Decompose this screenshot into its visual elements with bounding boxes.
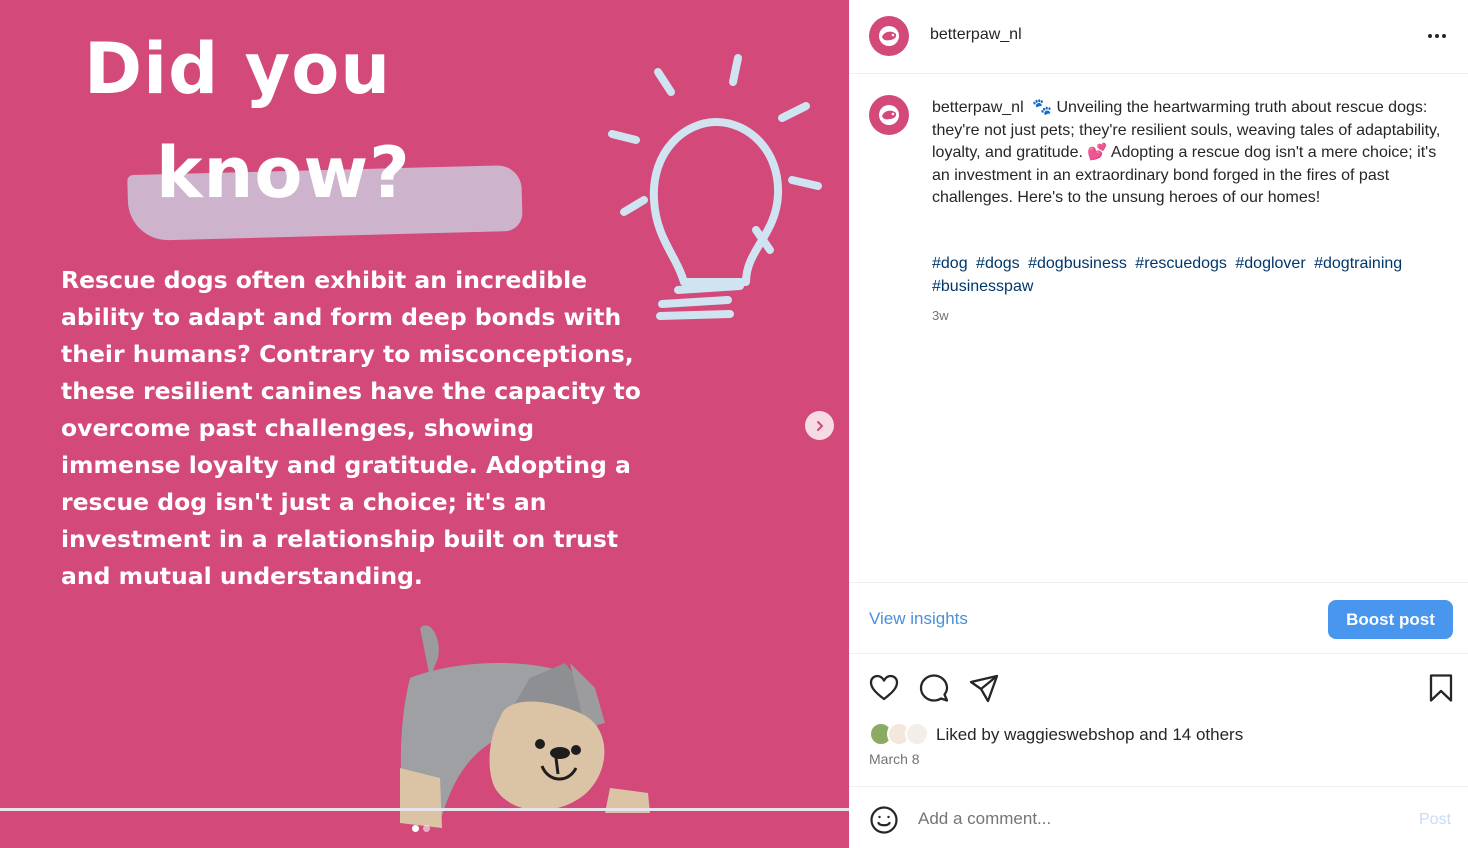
emoji-icon[interactable] <box>869 805 899 835</box>
bookmark-icon[interactable] <box>1425 672 1457 704</box>
caption-text: betterpaw_nl 🐾 Unveiling the heartwarmin… <box>932 97 1444 210</box>
carousel-indicator <box>412 825 430 832</box>
boost-post-button[interactable]: Boost post <box>1328 600 1453 639</box>
chevron-right-icon <box>816 420 823 431</box>
more-options-button[interactable] <box>1422 25 1452 47</box>
dog-logo-icon <box>879 105 899 125</box>
liker-username[interactable]: waggieswebshop <box>1004 725 1134 744</box>
likes-prefix: Liked by <box>936 725 1000 744</box>
post-comment-button[interactable]: Post <box>1419 811 1451 829</box>
comment-icon[interactable] <box>918 672 950 704</box>
share-icon[interactable] <box>968 672 1000 704</box>
ground-line <box>0 808 849 811</box>
liker-avatar[interactable] <box>905 722 929 746</box>
image-body-text: Rescue dogs often exhibit an incredible … <box>61 266 641 590</box>
action-bar <box>849 668 1468 708</box>
hashtag-link[interactable]: #businesspaw <box>932 278 1033 295</box>
comment-input[interactable] <box>918 809 1378 829</box>
carousel-dot <box>423 825 430 832</box>
likes-text: Liked by waggieswebshop and 14 others <box>936 725 1243 745</box>
caption-section: betterpaw_nl 🐾 Unveiling the heartwarmin… <box>849 74 1468 582</box>
heart-icon[interactable] <box>868 672 900 704</box>
carousel-dot-active <box>412 825 419 832</box>
hashtag-link[interactable]: #rescuedogs <box>1135 255 1227 272</box>
hashtag-link[interactable]: #doglover <box>1235 255 1305 272</box>
post-details-panel: betterpaw_nl betterpaw_nl 🐾 Unveiling th… <box>849 0 1468 848</box>
insights-bar: View insights Boost post <box>849 582 1468 654</box>
likes-row: Liked by waggieswebshop and 14 others <box>869 722 1243 748</box>
dog-logo-icon <box>879 26 899 46</box>
hashtag-link[interactable]: #dogbusiness <box>1028 255 1127 272</box>
header-username[interactable]: betterpaw_nl <box>930 26 1022 44</box>
avatar[interactable] <box>869 16 909 56</box>
hashtag-list: #dog #dogs #dogbusiness #rescuedogs #dog… <box>932 252 1444 298</box>
image-headline-line1: Did you <box>84 28 392 110</box>
more-horizontal-icon <box>1428 34 1432 38</box>
post-timestamp[interactable]: 3w <box>932 308 949 323</box>
caption-avatar[interactable] <box>869 95 909 135</box>
post-date[interactable]: March 8 <box>869 751 920 767</box>
post-image: Did you know? Rescue dogs often exhibit … <box>0 0 849 848</box>
hashtag-link[interactable]: #dogs <box>976 255 1020 272</box>
image-headline-line2: know? <box>156 132 411 214</box>
caption-username[interactable]: betterpaw_nl <box>932 99 1024 116</box>
likes-and: and <box>1139 725 1168 744</box>
comment-bar: Post <box>849 786 1468 848</box>
carousel-next-button[interactable] <box>805 411 834 440</box>
hashtag-link[interactable]: #dogtraining <box>1314 255 1402 272</box>
dog-illustration <box>400 625 650 828</box>
post-header: betterpaw_nl <box>849 0 1468 74</box>
view-insights-link[interactable]: View insights <box>869 609 968 629</box>
likes-others-link[interactable]: 14 others <box>1172 725 1243 744</box>
hashtag-link[interactable]: #dog <box>932 255 968 272</box>
liker-avatars <box>869 722 933 748</box>
